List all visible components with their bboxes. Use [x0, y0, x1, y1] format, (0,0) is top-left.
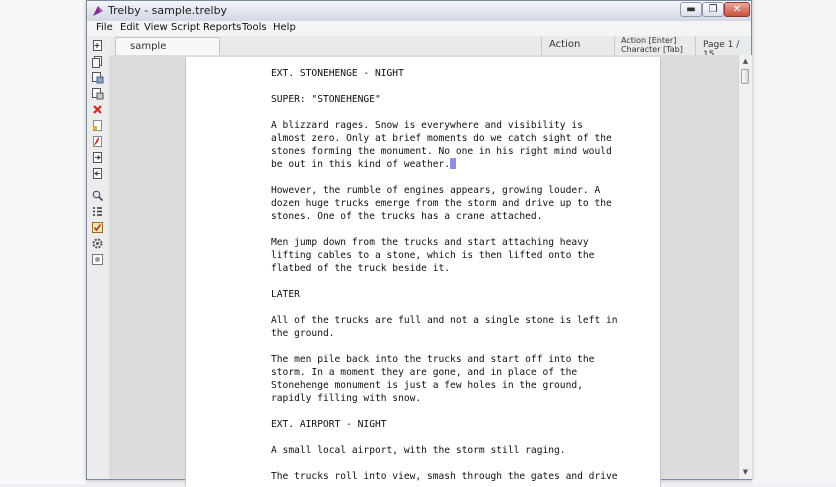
status-divider [695, 36, 696, 55]
find-icon[interactable] [91, 189, 104, 202]
script-page[interactable]: EXT. STONEHENGE - NIGHT SUPER: "STONEHEN… [185, 57, 661, 487]
element-shortcut-hints: Action [Enter] Character [Tab] [621, 36, 683, 54]
status-divider [541, 36, 542, 55]
action-paragraph-text: A blizzard rages. Snow is everywhere and… [271, 120, 612, 170]
menu-script[interactable]: Script [171, 22, 200, 33]
new-icon[interactable] [91, 39, 104, 52]
editor-area: EXT. STONEHENGE - NIGHT SUPER: "STONEHEN… [109, 55, 738, 487]
save-as-icon[interactable] [91, 87, 104, 100]
tab-label: sample [130, 41, 167, 52]
import-icon[interactable] [91, 151, 104, 164]
action-paragraph: The men pile back into the trucks and st… [271, 354, 595, 404]
trelby-app-icon [93, 6, 103, 16]
current-element-type: Action [549, 39, 581, 50]
action-line: LATER [271, 289, 300, 300]
action-line: The trucks roll into view, smash through… [271, 471, 618, 482]
tab-strip: sample Action Action [Enter] Character [… [109, 36, 751, 60]
desktop-background-right [752, 0, 836, 484]
action-line: A small local airport, with the storm st… [271, 445, 566, 456]
acrobat-icon[interactable] [91, 135, 104, 148]
shortcut-hint-enter: Action [Enter] [621, 36, 677, 45]
action-paragraph: Men jump down from the trucks and start … [271, 237, 595, 274]
menu-reports[interactable]: Reports [203, 22, 241, 33]
title-bar[interactable]: Trelby - sample.trelby ▬ ❐ ✕ [87, 1, 751, 22]
menu-tools[interactable]: Tools [242, 22, 267, 33]
pdf-icon[interactable] [91, 119, 104, 132]
menu-file[interactable]: File [96, 22, 113, 33]
action-paragraph: A blizzard rages. Snow is everywhere and… [271, 119, 631, 171]
menu-help[interactable]: Help [273, 22, 296, 33]
menu-bar: File Edit View Script Reports Tools Help [87, 21, 751, 37]
vertical-scrollbar[interactable]: ▲ ▼ [738, 55, 752, 479]
help-icon[interactable] [91, 253, 104, 266]
settings-icon[interactable] [91, 237, 104, 250]
left-toolbar [87, 36, 110, 479]
close-window-button[interactable]: ✕ [724, 2, 750, 17]
maximize-button[interactable]: ❐ [702, 2, 724, 17]
action-line: SUPER: "STONEHENGE" [271, 94, 381, 105]
close-icon[interactable] [91, 103, 104, 116]
window-title: Trelby - sample.trelby [108, 4, 228, 17]
scroll-up-arrow-icon[interactable]: ▲ [741, 56, 750, 66]
menu-view[interactable]: View [144, 22, 168, 33]
minimize-button[interactable]: ▬ [680, 2, 702, 17]
export-icon[interactable] [91, 167, 104, 180]
open-icon[interactable] [91, 55, 104, 68]
save-icon[interactable] [91, 71, 104, 84]
action-paragraph: However, the rumble of engines appears, … [271, 185, 612, 222]
app-window: Trelby - sample.trelby ▬ ❐ ✕ File Edit V… [86, 0, 752, 487]
desktop-background-left [0, 0, 86, 484]
text-cursor [450, 158, 457, 169]
shortcut-hint-tab: Character [Tab] [621, 45, 683, 54]
status-divider [614, 36, 615, 55]
scroll-thumb[interactable] [741, 69, 749, 84]
tab-sample[interactable]: sample [115, 37, 220, 55]
action-paragraph: All of the trucks are full and not a sin… [271, 315, 618, 339]
checklist-icon[interactable] [91, 221, 104, 234]
scene-heading: EXT. AIRPORT - NIGHT [271, 419, 387, 430]
scene-heading: EXT. STONEHENGE - NIGHT [271, 68, 404, 79]
scroll-down-arrow-icon[interactable]: ▼ [741, 467, 750, 477]
menu-edit[interactable]: Edit [120, 22, 139, 33]
list-icon[interactable] [91, 205, 104, 218]
